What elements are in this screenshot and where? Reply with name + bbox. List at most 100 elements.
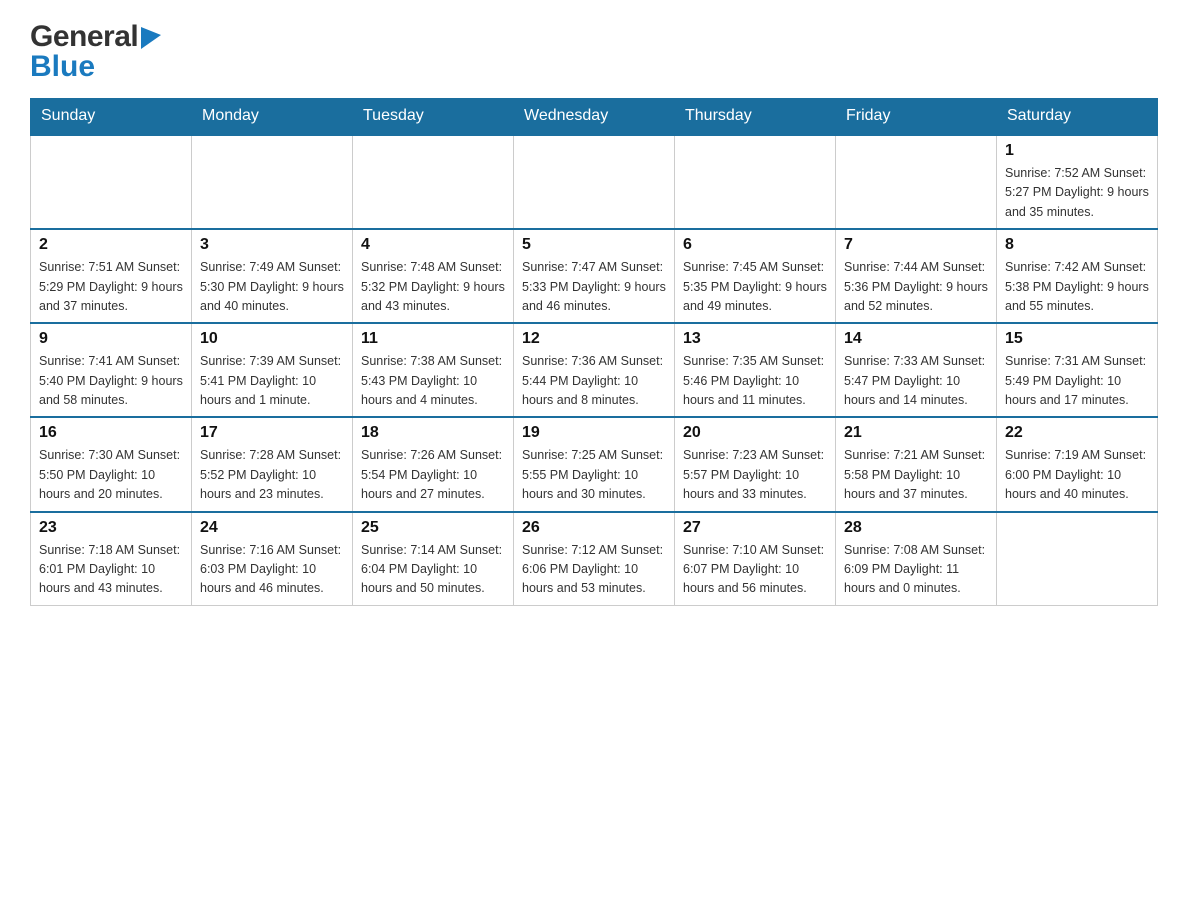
day-number: 23 (39, 519, 183, 537)
day-info: Sunrise: 7:31 AM Sunset: 5:49 PM Dayligh… (1005, 352, 1149, 410)
calendar-header-row: Sunday Monday Tuesday Wednesday Thursday… (31, 99, 1158, 135)
day-number: 7 (844, 236, 988, 254)
logo-arrow-icon (141, 27, 161, 49)
day-number: 13 (683, 330, 827, 348)
day-number: 21 (844, 424, 988, 442)
table-row: 23 Sunrise: 7:18 AM Sunset: 6:01 PM Dayli… (31, 512, 192, 606)
table-row: 22 Sunrise: 7:19 AM Sunset: 6:00 PM Dayli… (997, 417, 1158, 511)
table-row: 7 Sunrise: 7:44 AM Sunset: 5:36 PM Daylig… (836, 229, 997, 323)
table-row (31, 135, 192, 230)
calendar-week-row: 16 Sunrise: 7:30 AM Sunset: 5:50 PM Dayli… (31, 417, 1158, 511)
day-info: Sunrise: 7:36 AM Sunset: 5:44 PM Dayligh… (522, 352, 666, 410)
day-number: 6 (683, 236, 827, 254)
col-tuesday: Tuesday (353, 99, 514, 135)
col-wednesday: Wednesday (514, 99, 675, 135)
day-info: Sunrise: 7:08 AM Sunset: 6:09 PM Dayligh… (844, 541, 988, 599)
table-row (997, 512, 1158, 606)
day-number: 18 (361, 424, 505, 442)
day-number: 28 (844, 519, 988, 537)
calendar-week-row: 9Sunrise: 7:41 AM Sunset: 5:40 PM Daylig… (31, 323, 1158, 417)
day-number: 25 (361, 519, 505, 537)
table-row: 16 Sunrise: 7:30 AM Sunset: 5:50 PM Dayli… (31, 417, 192, 511)
table-row: 9Sunrise: 7:41 AM Sunset: 5:40 PM Daylig… (31, 323, 192, 417)
table-row (836, 135, 997, 230)
table-row: 3 Sunrise: 7:49 AM Sunset: 5:30 PM Daylig… (192, 229, 353, 323)
table-row: 1Sunrise: 7:52 AM Sunset: 5:27 PM Daylig… (997, 135, 1158, 230)
table-row: 24 Sunrise: 7:16 AM Sunset: 6:03 PM Dayli… (192, 512, 353, 606)
day-number: 24 (200, 519, 344, 537)
table-row: 19 Sunrise: 7:25 AM Sunset: 5:55 PM Dayli… (514, 417, 675, 511)
table-row: 17 Sunrise: 7:28 AM Sunset: 5:52 PM Dayli… (192, 417, 353, 511)
day-info: Sunrise: 7:21 AM Sunset: 5:58 PM Dayligh… (844, 446, 988, 504)
day-info: Sunrise: 7:49 AM Sunset: 5:30 PM Dayligh… (200, 258, 344, 316)
table-row (353, 135, 514, 230)
day-info: Sunrise: 7:25 AM Sunset: 5:55 PM Dayligh… (522, 446, 666, 504)
table-row (675, 135, 836, 230)
day-number: 2 (39, 236, 183, 254)
day-number: 16 (39, 424, 183, 442)
calendar-week-row: 1Sunrise: 7:52 AM Sunset: 5:27 PM Daylig… (31, 135, 1158, 230)
day-info: Sunrise: 7:28 AM Sunset: 5:52 PM Dayligh… (200, 446, 344, 504)
day-number: 11 (361, 330, 505, 348)
day-info: Sunrise: 7:51 AM Sunset: 5:29 PM Dayligh… (39, 258, 183, 316)
day-number: 17 (200, 424, 344, 442)
day-number: 1 (1005, 142, 1149, 160)
day-number: 15 (1005, 330, 1149, 348)
day-info: Sunrise: 7:48 AM Sunset: 5:32 PM Dayligh… (361, 258, 505, 316)
table-row: 27Sunrise: 7:10 AM Sunset: 6:07 PM Dayli… (675, 512, 836, 606)
day-number: 8 (1005, 236, 1149, 254)
table-row: 11 Sunrise: 7:38 AM Sunset: 5:43 PM Dayli… (353, 323, 514, 417)
day-info: Sunrise: 7:18 AM Sunset: 6:01 PM Dayligh… (39, 541, 183, 599)
col-monday: Monday (192, 99, 353, 135)
day-info: Sunrise: 7:10 AM Sunset: 6:07 PM Dayligh… (683, 541, 827, 599)
table-row: 4 Sunrise: 7:48 AM Sunset: 5:32 PM Daylig… (353, 229, 514, 323)
calendar-week-row: 2 Sunrise: 7:51 AM Sunset: 5:29 PM Daylig… (31, 229, 1158, 323)
table-row: 5Sunrise: 7:47 AM Sunset: 5:33 PM Daylig… (514, 229, 675, 323)
day-info: Sunrise: 7:39 AM Sunset: 5:41 PM Dayligh… (200, 352, 344, 410)
col-friday: Friday (836, 99, 997, 135)
day-info: Sunrise: 7:12 AM Sunset: 6:06 PM Dayligh… (522, 541, 666, 599)
logo-blue-text: Blue (30, 52, 161, 82)
day-number: 14 (844, 330, 988, 348)
day-info: Sunrise: 7:35 AM Sunset: 5:46 PM Dayligh… (683, 352, 827, 410)
day-info: Sunrise: 7:19 AM Sunset: 6:00 PM Dayligh… (1005, 446, 1149, 504)
day-number: 3 (200, 236, 344, 254)
day-info: Sunrise: 7:44 AM Sunset: 5:36 PM Dayligh… (844, 258, 988, 316)
day-number: 10 (200, 330, 344, 348)
table-row: 20Sunrise: 7:23 AM Sunset: 5:57 PM Dayli… (675, 417, 836, 511)
col-sunday: Sunday (31, 99, 192, 135)
day-info: Sunrise: 7:14 AM Sunset: 6:04 PM Dayligh… (361, 541, 505, 599)
table-row: 21 Sunrise: 7:21 AM Sunset: 5:58 PM Dayli… (836, 417, 997, 511)
day-number: 4 (361, 236, 505, 254)
day-number: 12 (522, 330, 666, 348)
table-row: 8 Sunrise: 7:42 AM Sunset: 5:38 PM Daylig… (997, 229, 1158, 323)
day-number: 5 (522, 236, 666, 254)
day-info: Sunrise: 7:16 AM Sunset: 6:03 PM Dayligh… (200, 541, 344, 599)
logo-general-text: General (30, 20, 138, 54)
calendar-table: Sunday Monday Tuesday Wednesday Thursday… (30, 98, 1158, 606)
day-info: Sunrise: 7:26 AM Sunset: 5:54 PM Dayligh… (361, 446, 505, 504)
table-row: 13 Sunrise: 7:35 AM Sunset: 5:46 PM Dayli… (675, 323, 836, 417)
table-row: 18 Sunrise: 7:26 AM Sunset: 5:54 PM Dayli… (353, 417, 514, 511)
col-saturday: Saturday (997, 99, 1158, 135)
table-row: 14 Sunrise: 7:33 AM Sunset: 5:47 PM Dayli… (836, 323, 997, 417)
table-row: 2 Sunrise: 7:51 AM Sunset: 5:29 PM Daylig… (31, 229, 192, 323)
page-header: General Blue (30, 20, 1158, 82)
day-info: Sunrise: 7:41 AM Sunset: 5:40 PM Dayligh… (39, 352, 183, 410)
day-info: Sunrise: 7:42 AM Sunset: 5:38 PM Dayligh… (1005, 258, 1149, 316)
day-info: Sunrise: 7:38 AM Sunset: 5:43 PM Dayligh… (361, 352, 505, 410)
logo: General Blue (30, 20, 161, 82)
day-number: 22 (1005, 424, 1149, 442)
table-row: 10 Sunrise: 7:39 AM Sunset: 5:41 PM Dayli… (192, 323, 353, 417)
day-info: Sunrise: 7:30 AM Sunset: 5:50 PM Dayligh… (39, 446, 183, 504)
table-row: 26 Sunrise: 7:12 AM Sunset: 6:06 PM Dayli… (514, 512, 675, 606)
day-number: 19 (522, 424, 666, 442)
day-number: 26 (522, 519, 666, 537)
table-row (192, 135, 353, 230)
table-row: 12 Sunrise: 7:36 AM Sunset: 5:44 PM Dayli… (514, 323, 675, 417)
table-row: 28 Sunrise: 7:08 AM Sunset: 6:09 PM Dayli… (836, 512, 997, 606)
day-info: Sunrise: 7:23 AM Sunset: 5:57 PM Dayligh… (683, 446, 827, 504)
day-info: Sunrise: 7:33 AM Sunset: 5:47 PM Dayligh… (844, 352, 988, 410)
calendar-week-row: 23 Sunrise: 7:18 AM Sunset: 6:01 PM Dayli… (31, 512, 1158, 606)
col-thursday: Thursday (675, 99, 836, 135)
